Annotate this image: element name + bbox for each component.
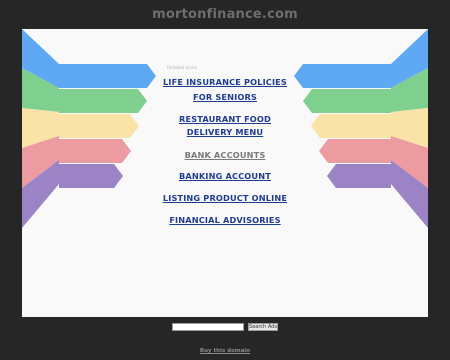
link-bank-accounts[interactable]: BANK ACCOUNTS — [22, 150, 428, 160]
search-ads-button[interactable]: Search Ads — [248, 323, 278, 331]
link-banking-account[interactable]: BANKING ACCOUNT — [22, 171, 428, 181]
link-life-insurance-line2[interactable]: FOR SENIORS — [22, 92, 428, 102]
link-restaurant-food-line2[interactable]: DELIVERY MENU — [22, 127, 428, 137]
link-life-insurance-line1[interactable]: LIFE INSURANCE POLICIES — [22, 77, 428, 87]
related-links-label: Related Links — [167, 66, 198, 71]
site-domain-title: mortonfinance.com — [152, 7, 298, 22]
search-input[interactable] — [172, 323, 244, 331]
link-listing-product-online[interactable]: LISTING PRODUCT ONLINE — [22, 193, 428, 203]
parked-page-panel: Related Links LIFE INSURANCE POLICIES FO… — [22, 29, 428, 317]
buy-domain-link[interactable]: Buy this domain — [0, 348, 450, 354]
link-financial-advisories[interactable]: FINANCIAL ADVISORIES — [22, 215, 428, 225]
link-restaurant-food-line1[interactable]: RESTAURANT FOOD — [22, 114, 428, 124]
